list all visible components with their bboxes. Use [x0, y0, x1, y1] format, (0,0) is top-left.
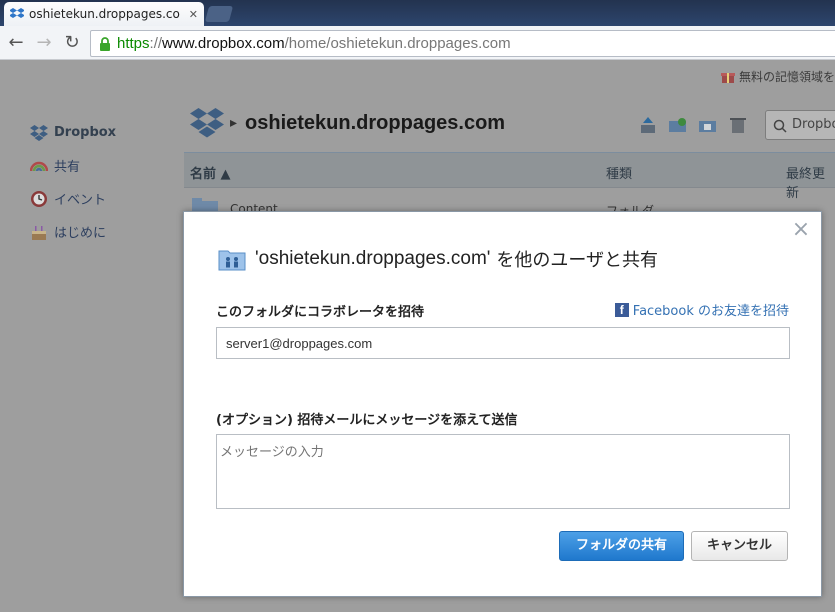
share-folder-dialog: × 'oshietekun.droppages.com' を他のユーザと共有 こ… — [183, 211, 822, 597]
dropbox-logo-icon — [190, 108, 224, 138]
gift-icon — [720, 72, 735, 83]
email-field[interactable]: server1@droppages.com — [216, 327, 790, 359]
address-bar[interactable]: https://www.dropbox.com/home/oshietekun.… — [90, 30, 835, 57]
sidebar: Dropbox 共有 イベント はじめに — [30, 116, 116, 248]
sidebar-item-label: イベント — [54, 193, 107, 208]
message-textarea[interactable] — [216, 434, 790, 509]
url-separator: :// — [149, 35, 163, 52]
tab-strip: oshietekun.droppages.co ✕ — [0, 0, 835, 26]
new-tab-button[interactable] — [204, 6, 234, 22]
tab-close-icon[interactable]: ✕ — [189, 8, 198, 21]
dropbox-icon — [30, 124, 48, 141]
share-folder-button[interactable]: フォルダの共有 — [559, 531, 684, 561]
sidebar-item-label: 共有 — [54, 160, 81, 175]
lock-icon — [100, 36, 110, 51]
facebook-invite-link[interactable]: f Facebook のお友達を招待 — [614, 300, 789, 319]
breadcrumb-chevron-icon: ▸ — [230, 115, 238, 131]
upload-icon[interactable] — [638, 116, 658, 134]
page-title: oshietekun.droppages.com — [245, 111, 506, 134]
clock-icon — [31, 190, 47, 207]
sidebar-item-label: はじめに — [54, 226, 107, 241]
facebook-invite-text: Facebook のお友達を招待 — [632, 304, 789, 319]
breadcrumb: ▸ oshietekun.droppages.com — [190, 108, 505, 138]
tab-title: oshietekun.droppages.co — [29, 7, 180, 21]
shared-folder-icon — [218, 250, 246, 271]
sidebar-item-share[interactable]: 共有 — [30, 149, 116, 182]
reload-icon[interactable]: ↻ — [61, 32, 83, 54]
file-table-header: 名前 ▲ 種類 最終更新 — [184, 152, 835, 201]
sidebar-item-events[interactable]: イベント — [30, 182, 116, 215]
new-folder-icon[interactable] — [668, 116, 688, 134]
free-storage-link[interactable]: 無料の記憶領域を — [720, 68, 835, 85]
folder-toolbar — [638, 116, 748, 134]
message-label: (オプション) 招待メールにメッセージを添えて送信 — [216, 413, 518, 428]
url-path: /home/oshietekun.droppages.com — [284, 35, 511, 52]
browser-tab[interactable]: oshietekun.droppages.co ✕ — [4, 2, 204, 26]
browser-toolbar: ← → ↻ https://www.dropbox.com/home/oshie… — [0, 26, 835, 60]
column-kind-header[interactable]: 種類 — [606, 163, 632, 182]
dialog-title: 'oshietekun.droppages.com' を他のユーザと共有 — [218, 246, 658, 272]
dialog-title-folder: 'oshietekun.droppages.com' — [255, 248, 491, 269]
invite-label: このフォルダにコラボレータを招待 — [216, 305, 425, 320]
sidebar-item-getting-started[interactable]: はじめに — [30, 215, 116, 248]
search-input[interactable]: Dropbo — [765, 110, 835, 140]
forward-icon[interactable]: → — [33, 32, 55, 54]
sidebar-item-label: Dropbox — [54, 125, 117, 140]
back-icon[interactable]: ← — [5, 32, 27, 54]
cake-icon — [32, 225, 46, 240]
rainbow-icon — [30, 161, 48, 171]
deleted-files-icon[interactable] — [728, 116, 748, 134]
url-host: www.dropbox.com — [162, 35, 285, 52]
search-placeholder: Dropbo — [792, 117, 835, 132]
url-scheme: https — [117, 35, 150, 52]
close-icon[interactable]: × — [791, 219, 811, 241]
shared-folder-icon[interactable] — [698, 116, 718, 134]
column-name-header[interactable]: 名前 ▲ — [190, 163, 231, 182]
facebook-icon: f — [614, 302, 629, 317]
free-storage-text: 無料の記憶領域を — [738, 70, 835, 84]
sidebar-item-dropbox[interactable]: Dropbox — [30, 116, 116, 149]
dialog-title-text: を他のユーザと共有 — [496, 250, 659, 271]
cancel-button[interactable]: キャンセル — [691, 531, 788, 561]
search-icon — [773, 119, 787, 133]
dropbox-favicon-icon — [10, 8, 24, 18]
